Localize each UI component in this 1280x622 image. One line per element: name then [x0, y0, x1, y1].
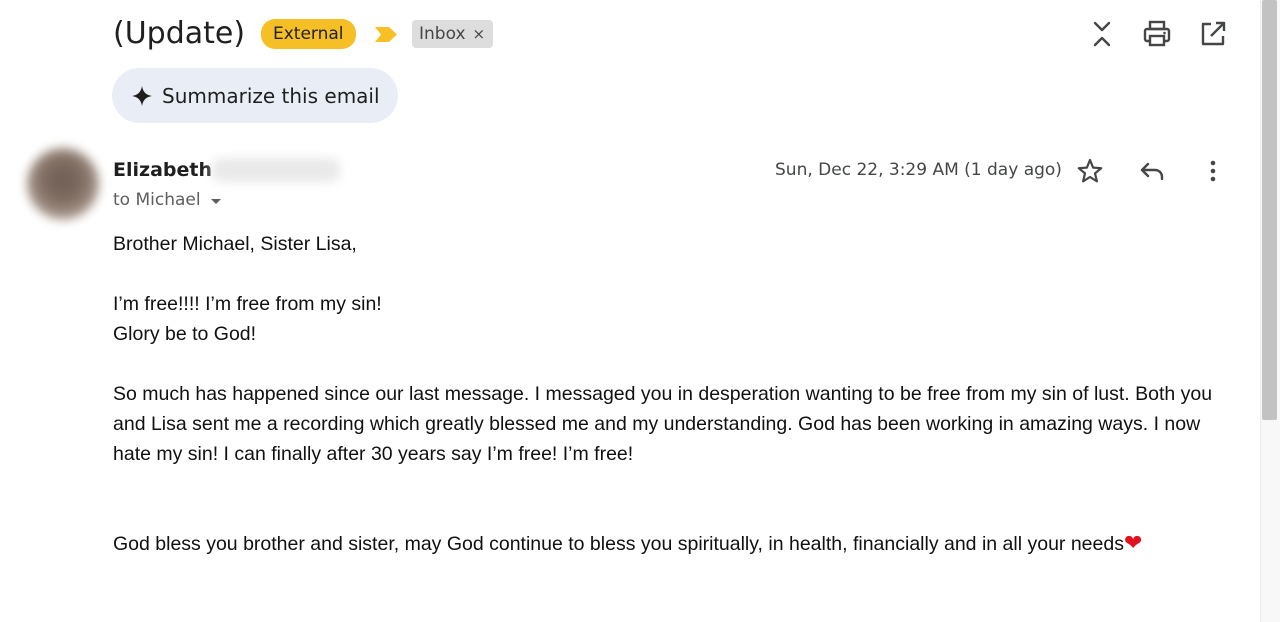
body-line: Glory be to God! — [113, 323, 257, 345]
sender-email-redacted — [212, 158, 340, 182]
star-icon[interactable] — [1075, 156, 1105, 186]
email-body: Brother Michael, Sister Lisa, I’m free!!… — [113, 229, 1238, 559]
greeting-line: Brother Michael, Sister Lisa, — [113, 233, 357, 255]
important-marker-icon[interactable] — [375, 27, 397, 42]
open-in-new-window-icon[interactable] — [1197, 18, 1229, 50]
remove-label-icon[interactable]: × — [473, 20, 486, 48]
recipient-line: to Michael — [113, 188, 221, 212]
inbox-label-text: Inbox — [419, 24, 466, 44]
sparkle-icon — [132, 85, 152, 106]
summarize-email-button[interactable]: Summarize this email — [112, 68, 398, 123]
email-subject: (Update) — [113, 16, 246, 51]
sender-name[interactable]: Elizabeth — [113, 157, 212, 183]
inbox-label-chip: Inbox × — [412, 20, 494, 48]
show-details-caret-icon[interactable] — [210, 198, 221, 204]
more-vert-icon[interactable] — [1198, 156, 1228, 186]
recipient-text: to Michael — [113, 190, 201, 210]
external-label-badge: External — [261, 19, 356, 49]
collapse-all-icon[interactable] — [1086, 18, 1118, 50]
body-paragraph: So much has happened since our last mess… — [113, 383, 1213, 465]
message-timestamp: Sun, Dec 22, 3:29 AM (1 day ago) — [775, 160, 1062, 180]
heart-emoji-icon: ❤ — [1123, 531, 1143, 556]
scrollbar-thumb[interactable] — [1262, 0, 1277, 420]
sender-avatar[interactable] — [27, 148, 99, 220]
closing-text: God bless you brother and sister, may Go… — [113, 533, 1124, 555]
reply-icon[interactable] — [1137, 156, 1167, 186]
summarize-email-label: Summarize this email — [162, 83, 380, 108]
body-line: I’m free!!!! I’m free from my sin! — [113, 293, 382, 315]
print-icon[interactable] — [1141, 18, 1173, 50]
closing-line: God bless you brother and sister, may Go… — [113, 529, 1238, 559]
